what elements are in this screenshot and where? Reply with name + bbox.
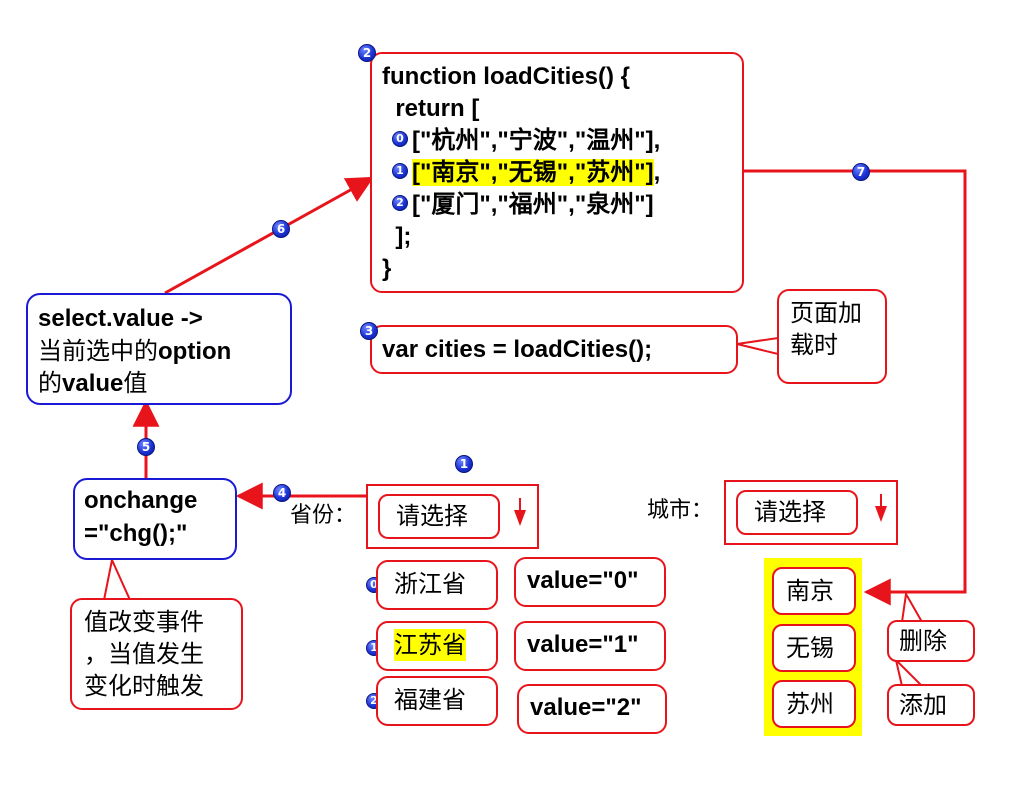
province-label: 省份： xyxy=(290,503,357,528)
code-row-0-badge: 0 xyxy=(392,131,408,147)
code-row-1: ["南京","无锡","苏州"], xyxy=(412,157,660,189)
city-label: 城市： xyxy=(647,498,714,523)
code-line-close-array: ]; xyxy=(382,223,412,250)
select-value-line3-prefix: 的 xyxy=(38,369,62,397)
onchange-line1: onchange xyxy=(84,487,198,514)
code-row-0: ["杭州","宁波","温州"], xyxy=(412,127,661,154)
city-option-2-label: 苏州 xyxy=(786,690,834,718)
province-select[interactable]: 请选择 xyxy=(366,484,539,549)
step-badge-4: 4 xyxy=(273,484,291,502)
step-badge-7: 7 xyxy=(852,163,870,181)
delete-note-text: 删除 xyxy=(899,627,947,655)
code-row-1-tail: , xyxy=(653,159,661,186)
select-value-line3-suffix: 值 xyxy=(123,369,148,397)
code-block-badge: 2 xyxy=(358,44,376,62)
province-select-text: 请选择 xyxy=(396,502,468,530)
call-block-code: var cities = loadCities(); xyxy=(382,336,653,363)
select-value-line1: select.value -> xyxy=(38,305,203,332)
step-badge-5: 5 xyxy=(137,438,155,456)
province-option-1-value-text: value="1" xyxy=(527,631,639,658)
city-select-text: 请选择 xyxy=(754,498,826,526)
code-line-return: return [ xyxy=(382,95,480,122)
select-value-line2-bold: option xyxy=(158,338,232,365)
province-option-0-value-text: value="0" xyxy=(527,567,639,594)
call-block-badge: 3 xyxy=(360,322,378,340)
code-row-1-badge: 1 xyxy=(392,163,408,179)
city-select[interactable]: 请选择 xyxy=(724,480,898,545)
onchange-line2: ="chg();" xyxy=(84,520,188,547)
city-dropdown-arrow-icon xyxy=(875,506,887,522)
add-note-text: 添加 xyxy=(899,691,947,719)
province-select-badge: 1 xyxy=(455,455,473,473)
code-line-close-function: } xyxy=(382,255,392,282)
code-row-2-badge: 2 xyxy=(392,195,408,211)
step-badge-6: 6 xyxy=(272,220,290,238)
select-value-line2: 当前选中的option xyxy=(38,335,231,368)
province-option-2-label: 福建省 xyxy=(394,686,466,714)
arrow-6 xyxy=(164,176,374,295)
province-option-2-value-text: value="2" xyxy=(530,694,642,721)
code-row-2: ["厦门","福州","泉州"] xyxy=(412,191,654,218)
select-value-line3-bold: value xyxy=(62,370,124,397)
province-dropdown-arrow-icon xyxy=(514,510,526,526)
province-option-1-label: 江苏省 xyxy=(394,629,466,661)
callout-pointer-onchange xyxy=(102,556,132,601)
callout-pointer-add xyxy=(894,656,925,687)
select-value-line3: 的value值 xyxy=(38,367,147,400)
select-value-line2-prefix: 当前选中的 xyxy=(38,337,158,365)
code-row-1-highlight: ["南京","无锡","苏州"] xyxy=(412,159,654,186)
onchange-note-text: 值改变事件 ，当值发生 变化时触发 xyxy=(84,608,204,700)
code-line-function: function loadCities() { xyxy=(382,63,630,90)
city-option-1-label: 无锡 xyxy=(786,634,834,662)
city-option-0-label: 南京 xyxy=(786,577,834,605)
callout-pointer-pageload xyxy=(736,336,779,356)
page-load-note-text: 页面加 载时 xyxy=(790,299,862,359)
callout-pointer-delete xyxy=(900,590,924,623)
province-option-0-label: 浙江省 xyxy=(394,570,466,598)
